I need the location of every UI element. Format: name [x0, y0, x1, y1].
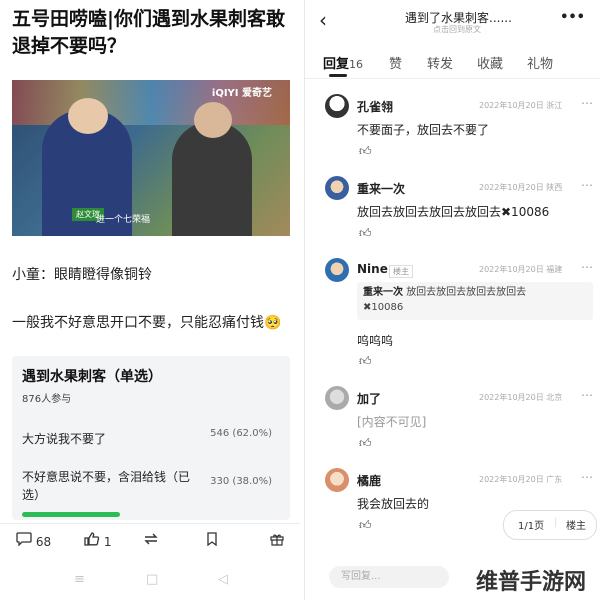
- comment-author[interactable]: 橘鹿: [357, 472, 381, 489]
- reply-input[interactable]: 写回复...: [329, 566, 449, 588]
- home-nav-icon[interactable]: □: [146, 572, 158, 587]
- comment-text: 不要面子，放回去不要了: [357, 123, 490, 137]
- avatar[interactable]: [325, 176, 349, 200]
- avatar[interactable]: [325, 258, 349, 282]
- comment-more-icon[interactable]: ⋯: [581, 470, 593, 484]
- back-to-original-link[interactable]: 点击回到原文: [433, 24, 481, 35]
- share-button[interactable]: [142, 532, 160, 549]
- tab-replies[interactable]: 回复16: [323, 53, 363, 72]
- comment-meta: 2022年10月20日 广东: [479, 475, 563, 484]
- menu-nav-icon[interactable]: ≡: [74, 572, 85, 587]
- article-action-bar: 68 1: [0, 523, 300, 564]
- page-indicator[interactable]: 1/1页: [518, 517, 544, 532]
- comment-text: [内容不可见]: [357, 415, 427, 429]
- comment-count: 68: [35, 535, 52, 549]
- comment-more-icon[interactable]: ⋯: [581, 388, 593, 402]
- like-button[interactable]: 1: [84, 532, 111, 549]
- tab-gifts[interactable]: 礼物: [527, 53, 553, 72]
- poll-option-label: 大方说我不要了: [22, 432, 107, 446]
- comment-meta: 2022年10月20日 陕西: [479, 183, 563, 192]
- tab-likes[interactable]: 赞: [389, 53, 402, 72]
- quoted-text: 放回去放回去放回去放回去: [406, 287, 527, 298]
- comment-author[interactable]: 孔雀翎: [357, 98, 393, 115]
- video-caption: 进一个七荣福: [96, 215, 151, 225]
- person-right: [172, 122, 252, 236]
- back-nav-icon[interactable]: ◁: [218, 572, 228, 587]
- comment-text: 我会放回去的: [357, 497, 430, 511]
- comment-more-icon[interactable]: ⋯: [581, 96, 593, 110]
- comment-button[interactable]: 68: [16, 532, 51, 549]
- author-only-button[interactable]: 楼主: [566, 517, 586, 532]
- reply-tabs: 回复16 赞 转发 收藏 礼物: [305, 50, 600, 79]
- quoted-reply[interactable]: 重来一次 放回去放回去放回去放回去 ✖10086: [357, 282, 593, 320]
- reply-header: ‹ 遇到了水果刺客...... 点击回到原文 •••: [305, 0, 600, 40]
- thumbs-up-icon[interactable]: 👍︎: [359, 226, 372, 241]
- poll-card: 遇到水果刺客（单选） 876人参与 大方说我不要了 546 (62.0%) 不好…: [12, 356, 290, 520]
- comment-text: 放回去放回去放回去放回去✖10086: [357, 205, 550, 219]
- active-tab-indicator: [329, 74, 347, 77]
- comment-author[interactable]: 重来一次: [357, 180, 405, 197]
- bookmark-icon: [207, 532, 217, 547]
- poll-option-2[interactable]: 不好意思说不要，含泪给钱（已选） 330 (38.0%): [22, 468, 280, 504]
- comment-meta: 2022年10月20日 北京: [479, 393, 563, 402]
- gift-button[interactable]: [270, 532, 284, 549]
- quoted-author: 重来一次: [363, 287, 403, 298]
- page-control: 1/1页 | 楼主: [503, 510, 597, 540]
- author-badge: 楼主: [389, 265, 413, 278]
- reply-panel: ‹ 遇到了水果刺客...... 点击回到原文 ••• 回复16 赞 转发 收藏 …: [304, 0, 600, 600]
- comment-meta: 2022年10月20日 浙江: [479, 101, 563, 110]
- person-right-head: [194, 102, 232, 138]
- thumbs-up-icon: [84, 532, 100, 546]
- comment-meta: 2022年10月20日 福建: [479, 265, 563, 274]
- poll-option-2-bar: [22, 512, 120, 517]
- comment-author[interactable]: Nine: [357, 262, 388, 276]
- thumbs-up-icon[interactable]: 👍︎: [359, 144, 372, 159]
- more-icon[interactable]: •••: [560, 10, 585, 25]
- comment-more-icon[interactable]: ⋯: [581, 178, 593, 192]
- comment-author[interactable]: 加了: [357, 390, 381, 407]
- article-text-1: 小童：眼睛瞪得像铜铃: [12, 267, 152, 283]
- poll-option-label: 不好意思说不要，含泪给钱（已选）: [22, 470, 191, 502]
- poll-option-result: 330 (38.0%): [210, 476, 272, 487]
- thumbs-up-icon[interactable]: 👍︎: [359, 354, 372, 369]
- article-text-2: 一般我不好意思开口不要，只能忍痛付钱🥺: [12, 315, 282, 331]
- poll-title: 遇到水果刺客（单选）: [22, 369, 162, 385]
- article-title: 五号田唠嗑|你们遇到水果刺客敢退掉不要吗？: [12, 8, 285, 57]
- poll-participants: 876人参与: [22, 394, 72, 405]
- pager-divider: |: [554, 517, 558, 528]
- thumbs-up-icon[interactable]: 👍︎: [359, 518, 372, 533]
- quoted-text-cont: ✖10086: [363, 302, 404, 313]
- thumbs-up-icon[interactable]: 👍︎: [359, 436, 372, 451]
- tab-favorites[interactable]: 收藏: [477, 53, 503, 72]
- video-thumbnail[interactable]: iQIYI 爱奇艺 赵文瑄 进一个七荣福: [12, 80, 290, 236]
- comment-icon: [16, 532, 32, 547]
- person-left-head: [68, 98, 108, 134]
- avatar[interactable]: [325, 386, 349, 410]
- poll-option-1[interactable]: 大方说我不要了 546 (62.0%): [22, 428, 280, 448]
- system-nav-bar: ≡ □ ◁: [0, 564, 300, 600]
- avatar[interactable]: [325, 468, 349, 492]
- like-count: 1: [103, 535, 112, 549]
- poll-option-result: 546 (62.0%): [210, 428, 272, 439]
- video-logo: iQIYI 爱奇艺: [211, 88, 272, 99]
- back-arrow-icon[interactable]: ‹: [319, 8, 327, 32]
- repost-icon: [144, 533, 158, 545]
- comment-text: 呜呜呜: [357, 334, 394, 348]
- gift-icon: [270, 534, 284, 546]
- article-panel: 五号田唠嗑|你们遇到水果刺客敢退掉不要吗？ iQIYI 爱奇艺 赵文瑄 进一个七…: [0, 0, 300, 600]
- bookmark-button[interactable]: [206, 532, 218, 549]
- tab-reposts[interactable]: 转发: [427, 53, 453, 72]
- avatar[interactable]: [325, 94, 349, 118]
- comment-more-icon[interactable]: ⋯: [581, 260, 593, 274]
- watermark: 维普手游网: [476, 570, 587, 595]
